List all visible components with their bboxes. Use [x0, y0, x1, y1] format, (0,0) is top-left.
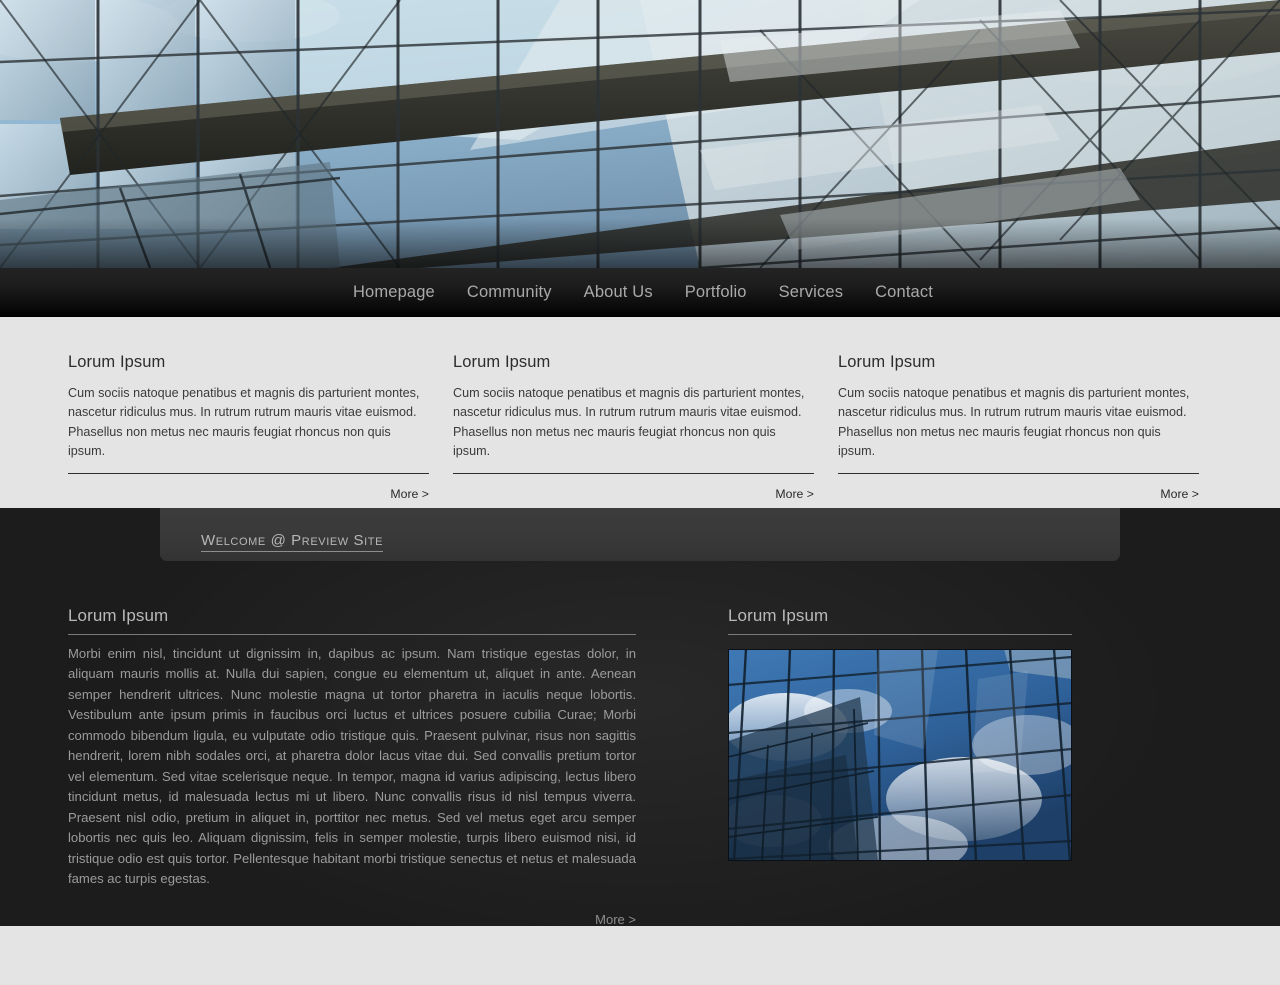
hero-banner	[0, 0, 1280, 268]
dark-content-section: Welcome @ Preview Site Lorum Ipsum Morbi…	[0, 508, 1280, 926]
footer	[0, 926, 1280, 985]
feature-body: Cum sociis natoque penatibus et magnis d…	[838, 386, 1190, 459]
feature-more-link[interactable]: More >	[68, 487, 429, 501]
feature-column-3: Lorum Ipsum Cum sociis natoque penatibus…	[838, 353, 1199, 508]
feature-column-2: Lorum Ipsum Cum sociis natoque penatibus…	[453, 353, 814, 508]
main-article: Lorum Ipsum Morbi enim nisl, tincidunt u…	[68, 606, 636, 926]
feature-divider	[838, 472, 1199, 474]
feature-columns-inner: Lorum Ipsum Cum sociis natoque penatibus…	[68, 353, 1212, 508]
hero-image	[0, 0, 1280, 268]
feature-divider	[453, 472, 814, 474]
feature-body: Cum sociis natoque penatibus et magnis d…	[68, 386, 420, 459]
feature-title: Lorum Ipsum	[68, 353, 166, 371]
article-body: Morbi enim nisl, tincidunt ut dignissim …	[68, 646, 636, 887]
article-title: Lorum Ipsum	[68, 606, 169, 625]
sidebar-divider	[728, 634, 1072, 635]
nav-list: Homepage Community About Us Portfolio Se…	[347, 284, 933, 301]
article-more-link[interactable]: More >	[68, 912, 636, 926]
nav-item-services[interactable]: Services	[779, 284, 843, 301]
dark-content-inner: Lorum Ipsum Morbi enim nisl, tincidunt u…	[68, 508, 1212, 926]
main-navigation[interactable]: Homepage Community About Us Portfolio Se…	[0, 268, 1280, 317]
nav-item-about-us[interactable]: About Us	[584, 284, 653, 301]
feature-title: Lorum Ipsum	[838, 353, 936, 371]
nav-item-homepage[interactable]: Homepage	[353, 284, 435, 301]
feature-more-link[interactable]: More >	[453, 487, 814, 501]
nav-item-portfolio[interactable]: Portfolio	[685, 284, 747, 301]
feature-title: Lorum Ipsum	[453, 353, 551, 371]
sidebar-panel: Lorum Ipsum	[728, 606, 1072, 926]
sidebar-image	[728, 649, 1072, 861]
feature-divider	[68, 472, 429, 474]
sidebar-title: Lorum Ipsum	[728, 606, 829, 625]
nav-item-community[interactable]: Community	[467, 284, 552, 301]
nav-item-contact[interactable]: Contact	[875, 284, 933, 301]
feature-column-1: Lorum Ipsum Cum sociis natoque penatibus…	[68, 353, 429, 508]
article-divider	[68, 634, 636, 635]
feature-columns-section: Lorum Ipsum Cum sociis natoque penatibus…	[0, 317, 1280, 508]
feature-body: Cum sociis natoque penatibus et magnis d…	[453, 386, 805, 459]
feature-more-link[interactable]: More >	[838, 487, 1199, 501]
glass-building-image	[728, 649, 1072, 861]
